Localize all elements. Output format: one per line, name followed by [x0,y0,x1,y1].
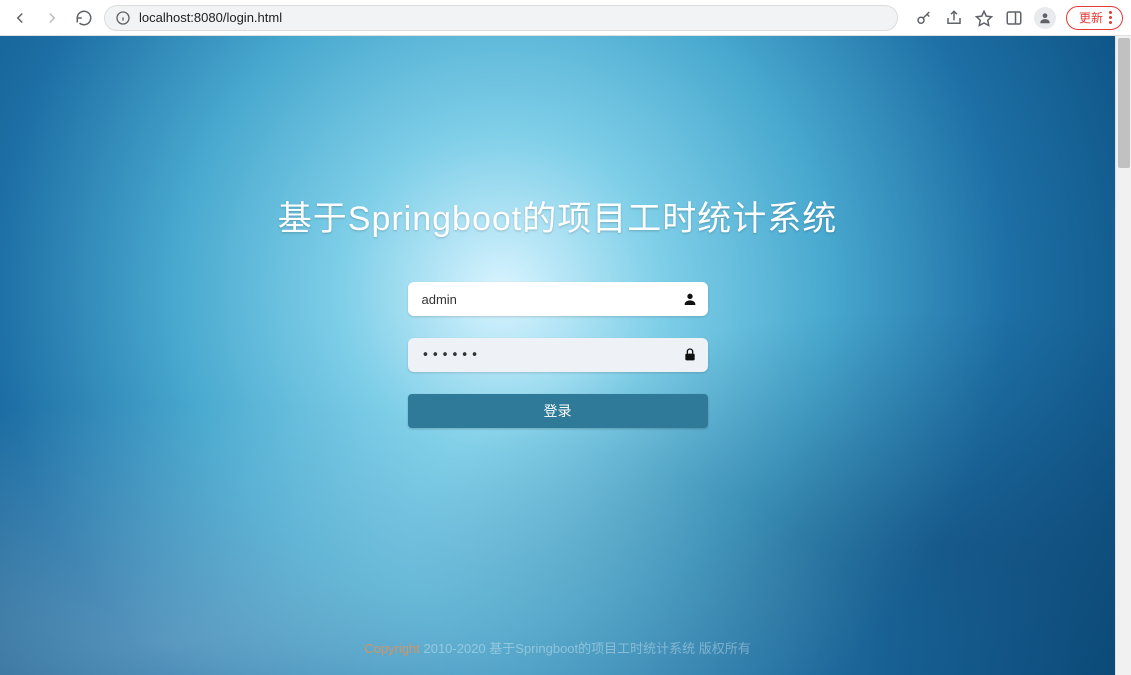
user-icon [682,291,698,307]
toolbar-right: 更新 [914,6,1123,30]
page-title: 基于Springboot的项目工时统计系统 [278,191,837,240]
back-button[interactable] [8,6,32,30]
bookmark-star-icon[interactable] [974,8,994,28]
update-label: 更新 [1079,9,1103,26]
address-bar[interactable] [104,5,898,31]
browser-update-button[interactable]: 更新 [1066,6,1123,30]
footer-rest: 2010-2020 基于Springboot的项目工时统计系统 版权所有 [420,641,751,656]
menu-dots-icon [1109,11,1112,24]
forward-button[interactable] [40,6,64,30]
scrollbar-thumb[interactable] [1118,38,1130,168]
page-content: 基于Springboot的项目工时统计系统 登录 Copyright 2010-… [0,36,1115,675]
site-info-icon[interactable] [115,10,131,26]
side-panel-icon[interactable] [1004,8,1024,28]
vertical-scrollbar[interactable] [1115,36,1131,675]
password-key-icon[interactable] [914,8,934,28]
password-field [408,338,708,372]
footer-copyright-word: Copyright [364,641,420,656]
lock-icon [682,347,698,363]
login-button[interactable]: 登录 [408,394,708,428]
profile-avatar[interactable] [1034,7,1056,29]
url-input[interactable] [139,10,887,25]
password-input[interactable] [408,338,708,372]
share-icon[interactable] [944,8,964,28]
username-input[interactable] [408,282,708,316]
footer-text: Copyright 2010-2020 基于Springboot的项目工时统计系… [0,638,1115,657]
reload-button[interactable] [72,6,96,30]
username-field [408,282,708,316]
browser-toolbar: 更新 [0,0,1131,36]
